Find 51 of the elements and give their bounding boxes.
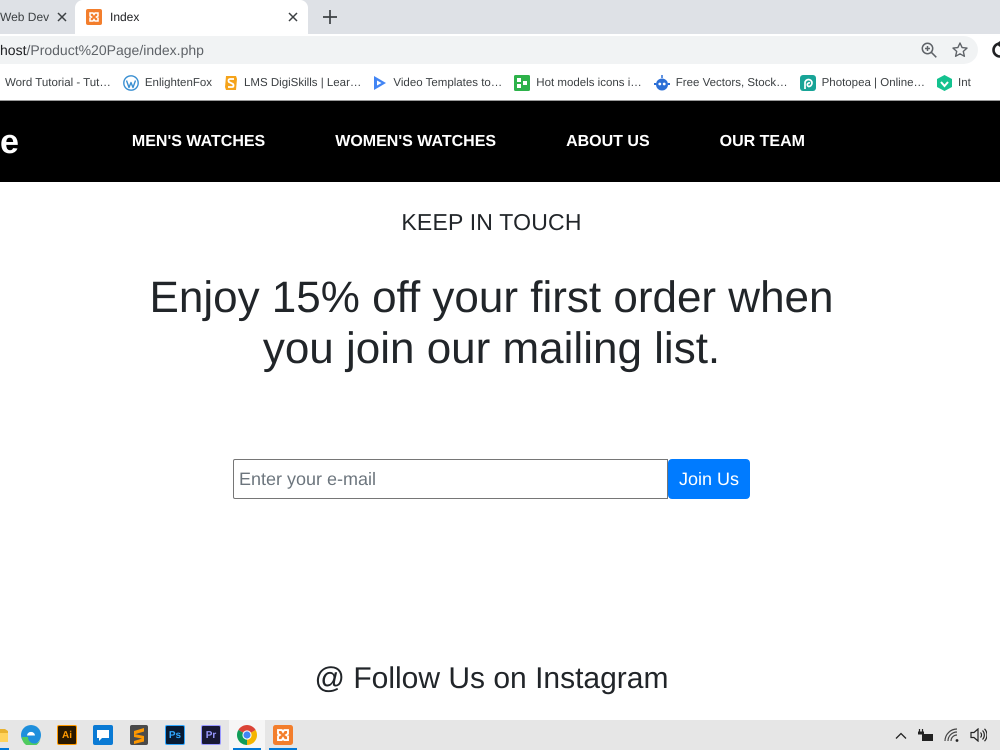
logo-text[interactable]: e (0, 122, 19, 162)
close-icon[interactable] (57, 12, 68, 22)
bookmark-link[interactable]: Word Tutorial - Tut… (5, 77, 111, 89)
bookmark-link[interactable]: Free Vectors, Stock… (654, 75, 788, 91)
folder-icon (0, 728, 8, 742)
taskbar-button[interactable] (229, 720, 265, 750)
browser-tab[interactable]: Index (75, 0, 308, 34)
nav-link[interactable]: WOMEN'S WATCHES (335, 132, 496, 150)
letter-tile-icon: Ps (165, 725, 185, 745)
taskbar-button[interactable]: Pr (193, 720, 229, 750)
spiral-icon (800, 75, 816, 91)
instagram-heading: @ Follow Us on Instagram (314, 661, 668, 697)
headline: Enjoy 15% off your first order when you join our mailing list. (148, 272, 834, 374)
close-icon[interactable] (288, 12, 298, 22)
plus-icon[interactable] (323, 10, 337, 24)
chevron-up-icon[interactable] (895, 732, 907, 738)
bookmark-link[interactable]: EnlightenFox (122, 75, 212, 91)
chat-bubble-icon (93, 725, 113, 745)
bookmark-link[interactable]: Video Templates to… (373, 75, 502, 91)
w-circle-icon (122, 75, 139, 91)
bookmark-link[interactable]: Photopea | Online… (800, 75, 925, 91)
section-heading: KEEP IN TOUCH (401, 208, 582, 236)
join-button[interactable]: Join Us (668, 459, 750, 499)
bookmark-link[interactable]: LMS DigiSkills | Lear… (224, 75, 362, 91)
frame-logo-icon (86, 9, 102, 25)
browser-tab[interactable]: Web Dev (0, 0, 75, 34)
stripes-tile-icon (130, 725, 148, 745)
email-field[interactable]: Enter your e-mail (233, 459, 668, 499)
s-logo-icon (224, 75, 238, 91)
bookmark-link[interactable]: Hot models icons i… (514, 75, 642, 91)
square-grid-icon (514, 75, 530, 91)
nav-link[interactable]: MEN'S WATCHES (132, 132, 266, 150)
ring-logo-icon (237, 725, 257, 745)
taskbar-button[interactable]: Ps (157, 720, 193, 750)
bookmark-link[interactable]: Int (937, 75, 971, 91)
star-icon[interactable] (952, 42, 968, 58)
nav-link[interactable]: OUR TEAM (720, 132, 805, 150)
swirl-icon (21, 725, 41, 745)
robot-icon (654, 75, 670, 91)
wifi-icon[interactable] (944, 728, 960, 742)
speaker-icon[interactable] (970, 728, 987, 742)
circular-arrow-icon[interactable] (991, 41, 1000, 59)
play-icon (373, 75, 388, 91)
hexagon-icon (937, 75, 952, 91)
letter-tile-icon: Pr (201, 725, 221, 745)
frame-logo-icon (273, 725, 293, 745)
taskbar-button[interactable]: Ai (49, 720, 85, 750)
battery-icon[interactable] (917, 729, 934, 741)
zoom-in-icon[interactable] (921, 42, 937, 58)
nav-link[interactable]: ABOUT US (566, 132, 650, 150)
letter-tile-icon: Ai (57, 725, 77, 745)
